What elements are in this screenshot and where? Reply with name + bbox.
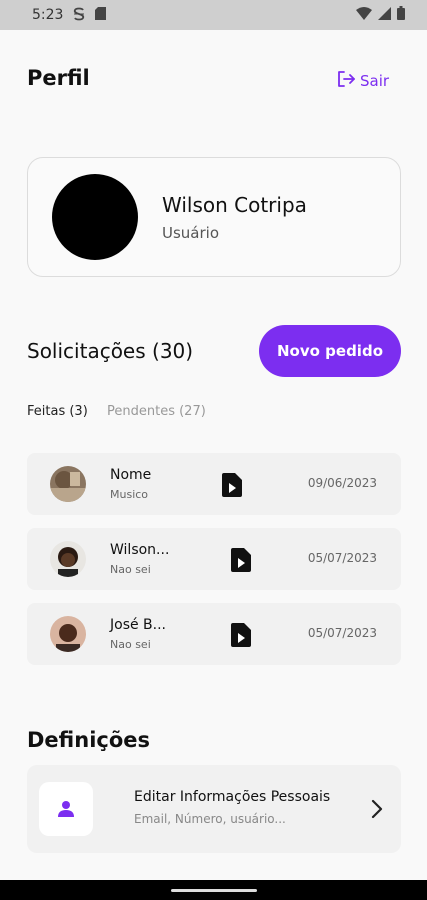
s-icon — [73, 7, 85, 24]
request-name: Wilson... — [110, 542, 170, 558]
chevron-right-icon — [369, 797, 385, 821]
new-request-button[interactable]: Novo pedido — [259, 325, 401, 377]
request-row[interactable]: Nome Musico 09/06/2023 — [27, 453, 401, 515]
page-title: Perfil — [27, 66, 90, 90]
status-bar: 5:23 — [0, 0, 427, 30]
status-right — [356, 6, 405, 24]
logout-button[interactable]: Sair — [336, 69, 389, 93]
request-subtitle: Musico — [110, 488, 149, 501]
request-date: 05/07/2023 — [307, 551, 377, 565]
signal-icon — [378, 6, 391, 24]
avatar — [50, 616, 86, 652]
tab-done[interactable]: Feitas (3) — [27, 404, 88, 419]
request-date: 05/07/2023 — [307, 626, 377, 640]
person-icon — [39, 782, 93, 836]
request-subtitle: Nao sei — [110, 638, 151, 651]
home-handle[interactable] — [171, 889, 257, 892]
settings-title: Definições — [27, 728, 151, 752]
status-time: 5:23 — [32, 7, 64, 23]
request-row[interactable]: Wilson... Nao sei 05/07/2023 — [27, 528, 401, 590]
status-left: 5:23 — [32, 7, 107, 24]
settings-item-label: Editar Informações Pessoais — [134, 789, 331, 805]
logout-label: Sair — [360, 72, 390, 90]
sd-card-icon — [95, 7, 107, 23]
navigation-bar — [0, 880, 427, 900]
avatar — [50, 541, 86, 577]
request-row[interactable]: José B... Nao sei 05/07/2023 — [27, 603, 401, 665]
profile-name: Wilson Cotripa — [162, 193, 307, 217]
avatar — [50, 466, 86, 502]
request-date: 09/06/2023 — [307, 476, 377, 490]
avatar — [52, 174, 138, 260]
logout-icon — [336, 69, 356, 93]
document-play-icon[interactable] — [231, 623, 251, 647]
profile-role: Usuário — [162, 224, 220, 242]
request-subtitle: Nao sei — [110, 563, 151, 576]
document-play-icon[interactable] — [222, 473, 242, 497]
request-name: José B... — [110, 617, 167, 633]
document-play-icon[interactable] — [231, 548, 251, 572]
wifi-icon — [356, 6, 372, 24]
profile-card[interactable]: Wilson Cotripa Usuário — [27, 157, 401, 277]
settings-item-subtitle: Email, Número, usuário... — [134, 812, 286, 826]
requests-title: Solicitações (30) — [27, 339, 194, 363]
request-name: Nome — [110, 467, 152, 483]
tab-pending[interactable]: Pendentes (27) — [107, 404, 206, 419]
battery-icon — [397, 6, 405, 24]
edit-personal-info-item[interactable]: Editar Informações Pessoais Email, Númer… — [27, 765, 401, 853]
